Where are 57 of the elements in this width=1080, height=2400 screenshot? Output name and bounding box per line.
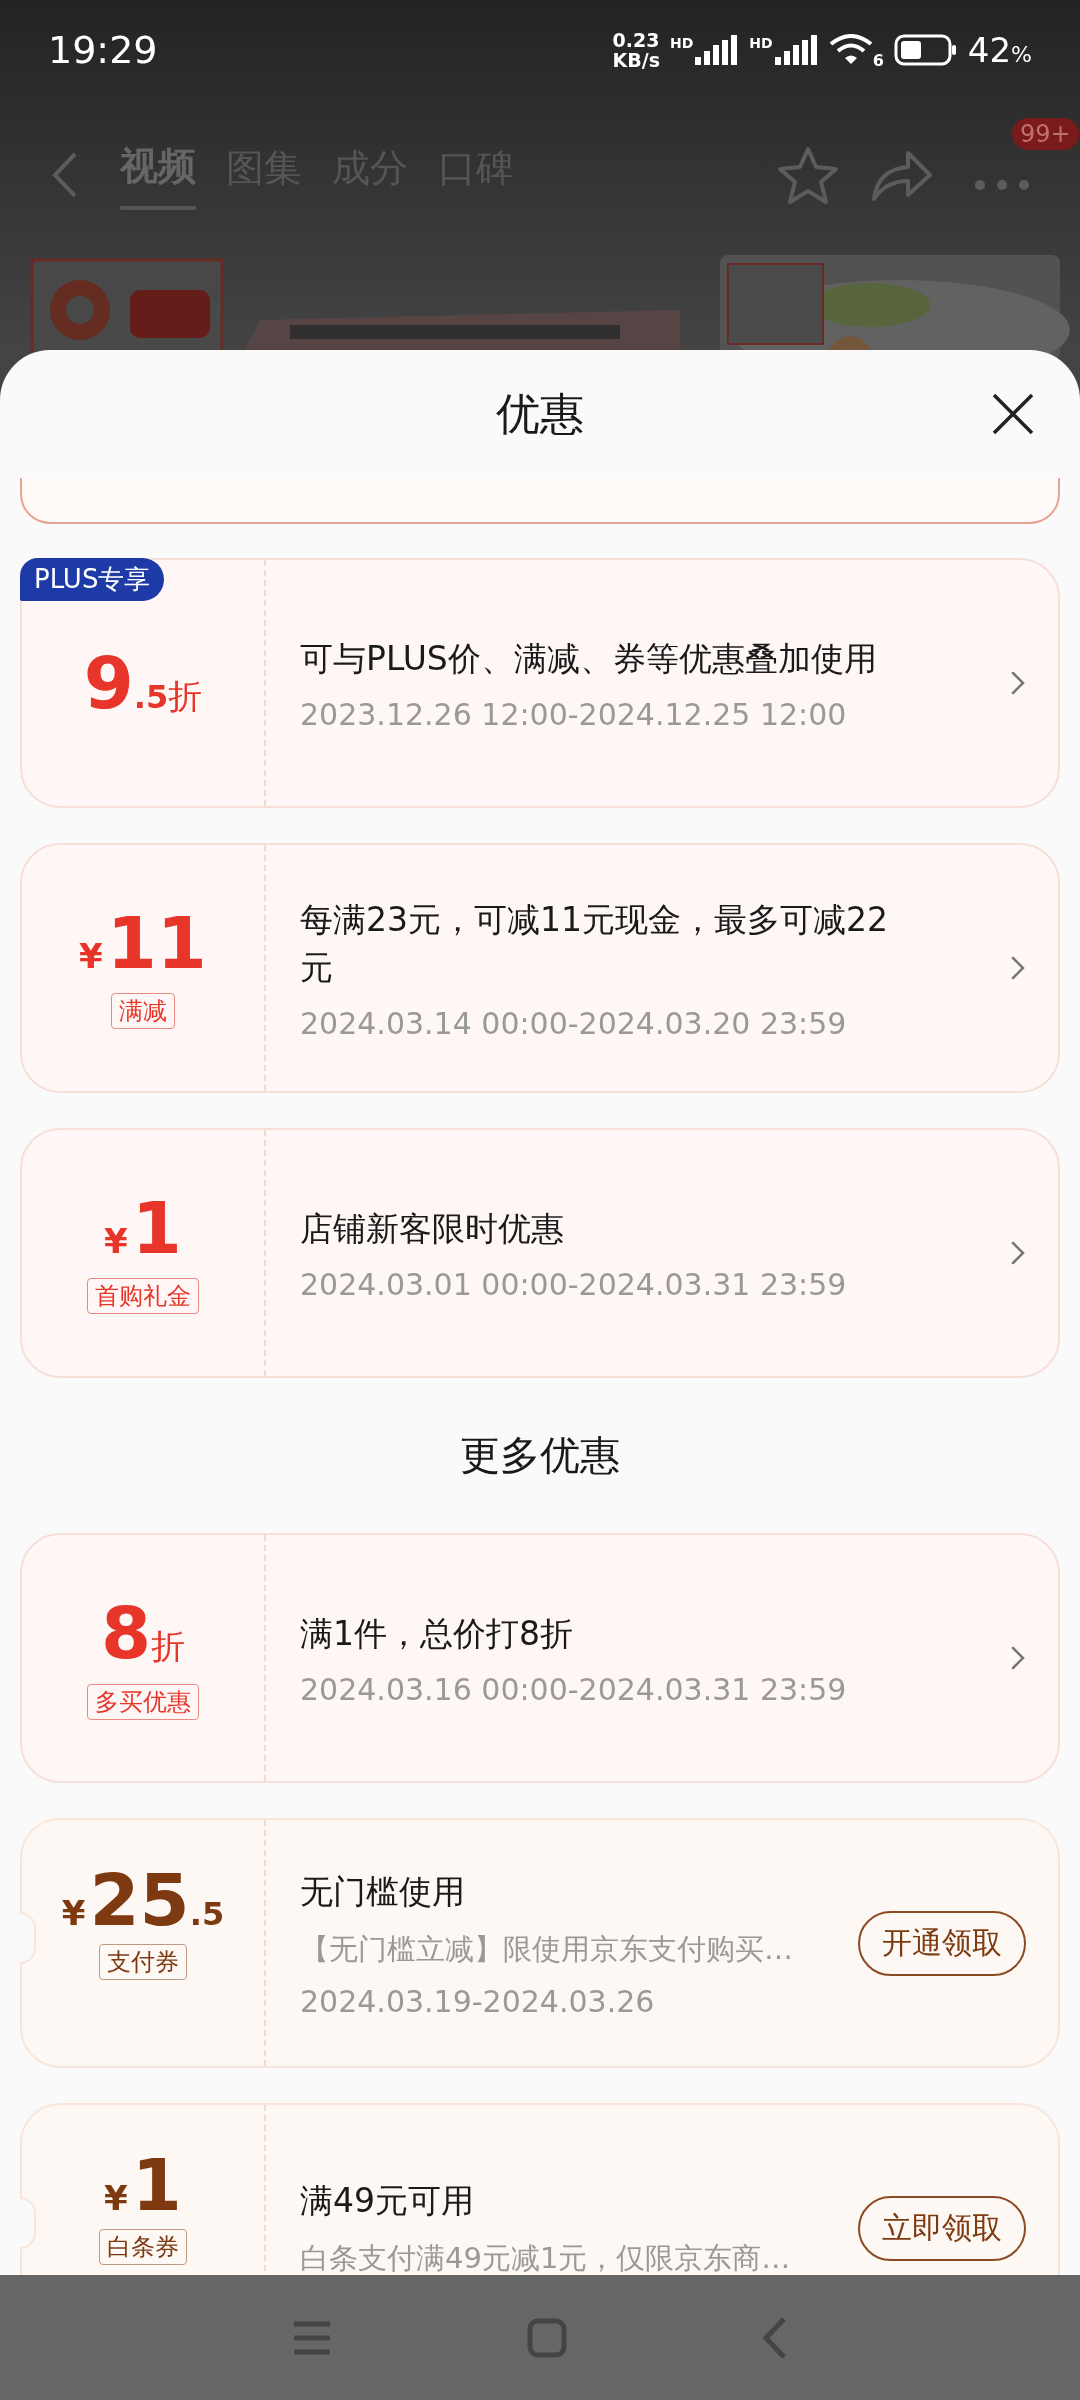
ticket-notch <box>20 2197 36 2249</box>
offer-value: ¥1 <box>104 2149 182 2221</box>
offer-value: ¥1 <box>104 1192 182 1264</box>
offer-dates: 2024.03.16 00:00-2024.03.31 23:59 <box>300 1671 848 1707</box>
chevron-right-icon <box>1010 1240 1026 1266</box>
offer-title: 满49元可用 <box>300 2180 475 2222</box>
offer-card[interactable]: ¥25.5 支付券 无门槛使用 【无门槛立减】限使用京东支付购买… 2024.03.19-2024.03.26 开通领取 <box>20 1818 1060 2068</box>
offer-tag: 首购礼金 <box>87 1278 199 1314</box>
offer-tag: 满减 <box>111 993 175 1029</box>
claim-button[interactable]: 开通领取 <box>858 1910 1026 1976</box>
clock-time: 19:29 <box>48 28 158 72</box>
offer-value: 9.5折 <box>83 646 203 720</box>
offer-description: 【无门槛立减】限使用京东支付购买… <box>300 1930 794 1968</box>
offer-value: ¥25.5 <box>61 1864 225 1936</box>
claim-button[interactable]: 立即领取 <box>858 2195 1026 2261</box>
wifi-icon <box>828 34 873 66</box>
offer-title: 店铺新客限时优惠 <box>300 1207 565 1250</box>
offer-value: 8折 <box>100 1596 186 1670</box>
chevron-right-icon <box>1010 955 1026 981</box>
star-icon[interactable] <box>776 145 840 205</box>
offer-card[interactable]: 8折 多买优惠 满1件，总价打8折 2024.03.16 00:00-2024.03.31 23:59 <box>20 1533 1060 1783</box>
network-speed: 0.23 KB/s <box>612 30 660 70</box>
close-icon[interactable] <box>991 392 1035 436</box>
offer-title: 无门槛使用 <box>300 1870 466 1913</box>
member-badge: PLUS专享 <box>20 558 165 601</box>
section-heading: 更多优惠 <box>459 1431 621 1480</box>
network-type-label: HD <box>670 35 694 51</box>
sheet-title: 优惠 <box>496 386 584 441</box>
ticket-notch <box>20 1912 36 1964</box>
offer-card[interactable]: PLUS专享 9.5折 可与PLUS价、满减、券等优惠叠加使用 2023.12.26 12:00-2024.12.25 12:00 <box>20 558 1060 808</box>
offer-tag: 白条券 <box>99 2229 187 2265</box>
offer-title: 可与PLUS价、满减、券等优惠叠加使用 <box>300 637 878 680</box>
notification-badge: 99+ <box>1012 117 1079 150</box>
offer-title: 满1件，总价打8折 <box>300 1612 574 1655</box>
offer-tag: 支付券 <box>99 1944 187 1980</box>
offer-dates: 2023.12.26 12:00-2024.12.25 12:00 <box>300 696 848 732</box>
menu-icon[interactable] <box>292 2319 332 2356</box>
offer-tag: 多买优惠 <box>87 1683 199 1720</box>
offer-dates: 2024.03.01 00:00-2024.03.31 23:59 <box>300 1266 848 1302</box>
more-icon[interactable] <box>974 178 1030 191</box>
chevron-right-icon <box>1010 670 1026 696</box>
signal-icon <box>774 35 819 65</box>
offer-dates: 2024.03.14 00:00-2024.03.20 23:59 <box>300 1005 848 1041</box>
offer-title: 每满23元，可减11元现金，最多可减22元 <box>300 898 889 989</box>
signal-icon <box>695 35 740 65</box>
network-type-label: HD <box>749 35 773 51</box>
offer-card[interactable]: ¥11 满减 每满23元，可减11元现金，最多可减22元 2024.03.14 00:00-2024.03.20 23:59 <box>20 843 1060 1093</box>
battery-percent: 42% <box>967 30 1032 70</box>
back-icon[interactable] <box>762 2315 788 2360</box>
offer-dates: 2024.03.19-2024.03.26 <box>300 1983 656 2019</box>
wifi-standard-label: 6 <box>872 51 884 70</box>
offer-description: 白条支付满49元减1元，仅限京东商… <box>300 2240 792 2277</box>
offer-value: ¥11 <box>79 907 207 979</box>
home-icon[interactable] <box>527 2317 567 2358</box>
battery-icon <box>893 34 958 66</box>
offer-card[interactable]: ¥1 首购礼金 店铺新客限时优惠 2024.03.01 00:00-2024.03.31 23:59 <box>20 1128 1060 1378</box>
chevron-right-icon <box>1010 1645 1026 1671</box>
